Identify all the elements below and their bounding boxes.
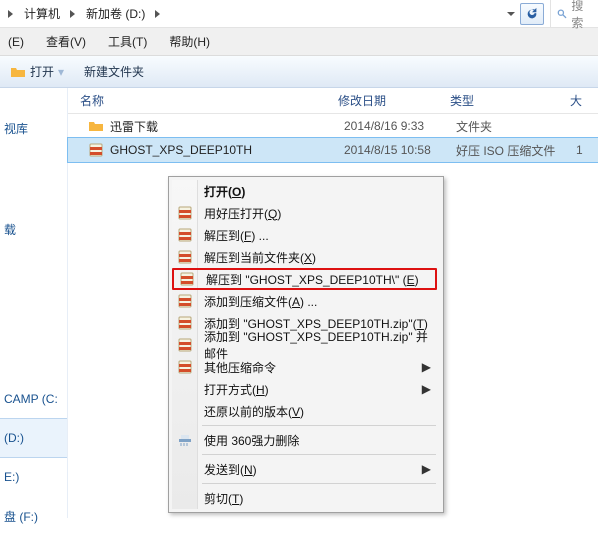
item-type: 好压 ISO 压缩文件 xyxy=(456,142,576,159)
archive-icon xyxy=(177,315,193,331)
breadcrumb[interactable]: 计算机 新加卷 (D:) xyxy=(0,1,502,26)
ctx-label: 剪切(T) xyxy=(204,490,243,507)
ctx-open[interactable]: 打开(O) xyxy=(172,180,437,202)
folder-icon xyxy=(88,118,104,134)
col-size[interactable]: 大 xyxy=(558,92,598,109)
chevron-right-icon: ▶ xyxy=(422,382,431,396)
archive-icon xyxy=(177,359,193,375)
archive-icon xyxy=(177,337,193,353)
item-size: 1 xyxy=(576,143,598,157)
ctx-extract-named[interactable]: 解压到 "GHOST_XPS_DEEP10TH\" (E) xyxy=(172,268,437,290)
chevron-down-icon: ▾ xyxy=(58,65,64,79)
item-name: GHOST_XPS_DEEP10TH xyxy=(110,143,344,157)
ctx-label: 解压到当前文件夹(X) xyxy=(204,249,316,266)
menu-view[interactable]: 查看(V) xyxy=(42,29,90,54)
item-date: 2014/8/15 10:58 xyxy=(344,143,456,157)
chevron-right-icon: ▶ xyxy=(422,462,431,476)
ctx-label: 其他压缩命令 xyxy=(204,359,276,376)
sidebar-item[interactable]: CAMP (C: xyxy=(0,380,67,418)
chevron-right-icon[interactable] xyxy=(66,7,80,21)
list-item[interactable]: GHOST_XPS_DEEP10TH 2014/8/15 10:58 好压 IS… xyxy=(68,138,598,162)
refresh-button[interactable] xyxy=(520,3,544,25)
address-bar: 计算机 新加卷 (D:) 搜索 xyxy=(0,0,598,28)
archive-icon xyxy=(179,271,195,287)
context-menu: 打开(O) 用好压打开(Q) 解压到(F) ... 解压到当前文件夹(X) 解压… xyxy=(168,176,444,513)
menu-help[interactable]: 帮助(H) xyxy=(165,29,214,54)
list-item[interactable]: 迅雷下载 2014/8/16 9:33 文件夹 xyxy=(68,114,598,138)
col-date[interactable]: 修改日期 xyxy=(326,92,438,109)
archive-icon xyxy=(177,249,193,265)
ctx-extract-to[interactable]: 解压到(F) ... xyxy=(172,224,437,246)
chevron-right-icon[interactable] xyxy=(151,7,165,21)
separator xyxy=(202,483,436,484)
sidebar-library[interactable]: 视库 xyxy=(0,108,67,149)
ctx-other-cmds[interactable]: 其他压缩命令 ▶ xyxy=(172,356,437,378)
col-name[interactable]: 名称 xyxy=(68,92,326,109)
search-placeholder: 搜索 xyxy=(571,0,592,31)
ctx-label: 使用 360强力删除 xyxy=(204,432,299,449)
address-dropdown[interactable] xyxy=(502,10,520,18)
sidebar-item-drive-d[interactable]: (D:) xyxy=(0,418,67,458)
crumb-drive-d[interactable]: 新加卷 (D:) xyxy=(80,1,151,26)
separator xyxy=(202,425,436,426)
col-type[interactable]: 类型 xyxy=(438,92,558,109)
menu-bar: (E) 查看(V) 工具(T) 帮助(H) xyxy=(0,28,598,56)
archive-icon xyxy=(177,227,193,243)
search-input[interactable]: 搜索 xyxy=(550,0,598,28)
ctx-label: 发送到(N) xyxy=(204,461,257,478)
archive-icon xyxy=(177,205,193,221)
ctx-extract-here[interactable]: 解压到当前文件夹(X) xyxy=(172,246,437,268)
ctx-add-zip-mail[interactable]: 添加到 "GHOST_XPS_DEEP10TH.zip" 并邮件 xyxy=(172,334,437,356)
menu-tools[interactable]: 工具(T) xyxy=(104,29,151,54)
ctx-open-with[interactable]: 打开方式(H) ▶ xyxy=(172,378,437,400)
ctx-label: 用好压打开(Q) xyxy=(204,205,281,222)
ctx-force-delete[interactable]: 使用 360强力删除 xyxy=(172,429,437,451)
ctx-cut[interactable]: 剪切(T) xyxy=(172,487,437,509)
shredder-icon xyxy=(177,432,193,448)
chevron-right-icon: ▶ xyxy=(422,360,431,374)
ctx-add-archive[interactable]: 添加到压缩文件(A) ... xyxy=(172,290,437,312)
ctx-label: 解压到 "GHOST_XPS_DEEP10TH\" (E) xyxy=(206,271,419,288)
ctx-label: 打开方式(H) xyxy=(204,381,269,398)
item-type: 文件夹 xyxy=(456,118,576,135)
archive-icon xyxy=(88,142,104,158)
open-button[interactable]: 打开 ▾ xyxy=(10,63,64,80)
sidebar: 视库 载 CAMP (C: (D:) E:) 盘 (F:) xyxy=(0,88,68,518)
ctx-send-to[interactable]: 发送到(N) ▶ xyxy=(172,458,437,480)
ctx-label: 解压到(F) ... xyxy=(204,227,269,244)
new-folder-label: 新建文件夹 xyxy=(84,63,144,80)
column-headers: 名称 修改日期 类型 大 xyxy=(68,88,598,114)
toolbar: 打开 ▾ 新建文件夹 xyxy=(0,56,598,88)
separator xyxy=(202,454,436,455)
item-name: 迅雷下载 xyxy=(110,118,344,135)
ctx-restore-versions[interactable]: 还原以前的版本(V) xyxy=(172,400,437,422)
item-date: 2014/8/16 9:33 xyxy=(344,119,456,133)
crumb-computer[interactable]: 计算机 xyxy=(18,1,66,26)
ctx-label: 还原以前的版本(V) xyxy=(204,403,304,420)
ctx-label: 添加到压缩文件(A) ... xyxy=(204,293,317,310)
open-label: 打开 xyxy=(30,63,54,80)
sidebar-item[interactable]: 载 xyxy=(0,209,67,250)
sidebar-item[interactable]: E:) xyxy=(0,458,67,496)
folder-open-icon xyxy=(10,64,26,80)
search-icon xyxy=(557,8,567,20)
new-folder-button[interactable]: 新建文件夹 xyxy=(84,63,144,80)
chevron-right-icon[interactable] xyxy=(4,7,18,21)
menu-edit[interactable]: (E) xyxy=(4,31,28,53)
sidebar-item[interactable]: 盘 (F:) xyxy=(0,496,67,537)
archive-icon xyxy=(177,293,193,309)
ctx-haozip-open[interactable]: 用好压打开(Q) xyxy=(172,202,437,224)
ctx-label: 打开(O) xyxy=(204,183,245,200)
